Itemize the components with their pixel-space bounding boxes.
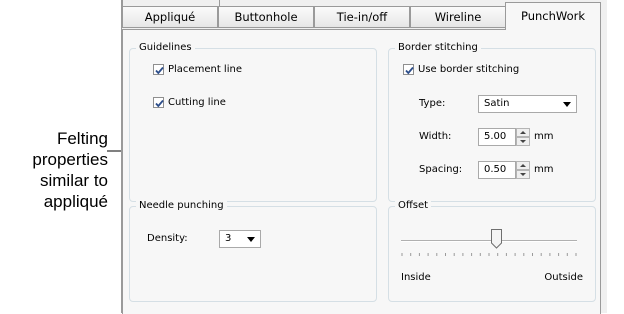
properties-dialog: Appliqué Buttonhole Tie-in/off Wireline … bbox=[121, 0, 607, 314]
tab-punchwork[interactable]: PunchWork bbox=[505, 2, 601, 30]
chevron-down-icon bbox=[247, 237, 255, 242]
tab-content-panel: Guidelines Placement line Cutting line B… bbox=[122, 29, 601, 314]
use-border-stitching-label: Use border stitching bbox=[418, 64, 520, 75]
placement-line-option[interactable]: Placement line bbox=[153, 64, 242, 75]
tab-tie-in-off[interactable]: Tie-in/off bbox=[314, 6, 410, 28]
annotation-line: properties bbox=[32, 150, 108, 169]
offset-group: Offset Inside Outside bbox=[388, 199, 596, 302]
width-increment-button[interactable] bbox=[516, 128, 530, 137]
annotation-line: similar to bbox=[39, 171, 108, 190]
offset-slider[interactable] bbox=[401, 227, 577, 267]
use-border-stitching-option[interactable]: Use border stitching bbox=[403, 64, 519, 75]
annotation-line: appliqué bbox=[43, 192, 108, 211]
tab-bar: Appliqué Buttonhole Tie-in/off Wireline … bbox=[122, 0, 607, 30]
annotation-line: Felting bbox=[56, 129, 108, 148]
tab-wireline[interactable]: Wireline bbox=[410, 6, 506, 28]
width-field[interactable]: 5.00 bbox=[478, 128, 516, 146]
slider-ticks bbox=[401, 253, 577, 256]
needle-punching-title: Needle punching bbox=[136, 199, 227, 213]
density-value: 3 bbox=[225, 233, 232, 244]
cutting-line-option[interactable]: Cutting line bbox=[153, 97, 226, 108]
offset-title: Offset bbox=[395, 199, 432, 213]
cutting-line-checkbox[interactable] bbox=[153, 97, 164, 108]
spacing-unit: mm bbox=[534, 164, 554, 175]
stitch-type-value: Satin bbox=[484, 98, 510, 109]
spacing-spinner[interactable]: 0.50 mm bbox=[478, 161, 553, 179]
spacing-field[interactable]: 0.50 bbox=[478, 161, 516, 179]
checkmark-icon bbox=[155, 66, 164, 75]
spacing-increment-button[interactable] bbox=[516, 161, 530, 170]
width-unit: mm bbox=[534, 131, 554, 142]
guidelines-title: Guidelines bbox=[136, 41, 195, 55]
width-decrement-button[interactable] bbox=[516, 137, 530, 146]
density-select[interactable]: 3 bbox=[219, 230, 261, 248]
chevron-down-icon bbox=[563, 102, 571, 107]
placement-line-checkbox[interactable] bbox=[153, 64, 164, 75]
guidelines-group: Guidelines Placement line Cutting line bbox=[129, 41, 377, 202]
felting-annotation: Felting properties similar to appliqué bbox=[2, 128, 108, 212]
offset-inside-label: Inside bbox=[401, 272, 431, 283]
slider-thumb-icon[interactable] bbox=[490, 229, 502, 249]
needle-punching-group: Needle punching Density: 3 bbox=[129, 199, 377, 302]
stitch-type-select[interactable]: Satin bbox=[478, 95, 577, 113]
placement-line-label: Placement line bbox=[168, 64, 242, 75]
tab-buttonhole[interactable]: Buttonhole bbox=[218, 6, 314, 28]
border-stitching-group: Border stitching Use border stitching Ty… bbox=[388, 41, 596, 202]
use-border-stitching-checkbox[interactable] bbox=[403, 64, 414, 75]
tab-applique[interactable]: Appliqué bbox=[122, 6, 218, 28]
width-spinner[interactable]: 5.00 mm bbox=[478, 128, 553, 146]
type-label: Type: bbox=[419, 98, 446, 109]
spacing-label: Spacing: bbox=[419, 164, 463, 175]
border-stitching-title: Border stitching bbox=[395, 41, 481, 55]
width-label: Width: bbox=[419, 131, 452, 142]
spacing-decrement-button[interactable] bbox=[516, 170, 530, 179]
checkmark-icon bbox=[405, 66, 414, 75]
checkmark-icon bbox=[155, 99, 164, 108]
slider-track bbox=[401, 240, 577, 242]
density-label: Density: bbox=[147, 233, 188, 244]
offset-outside-label: Outside bbox=[544, 272, 583, 283]
cutting-line-label: Cutting line bbox=[168, 97, 226, 108]
